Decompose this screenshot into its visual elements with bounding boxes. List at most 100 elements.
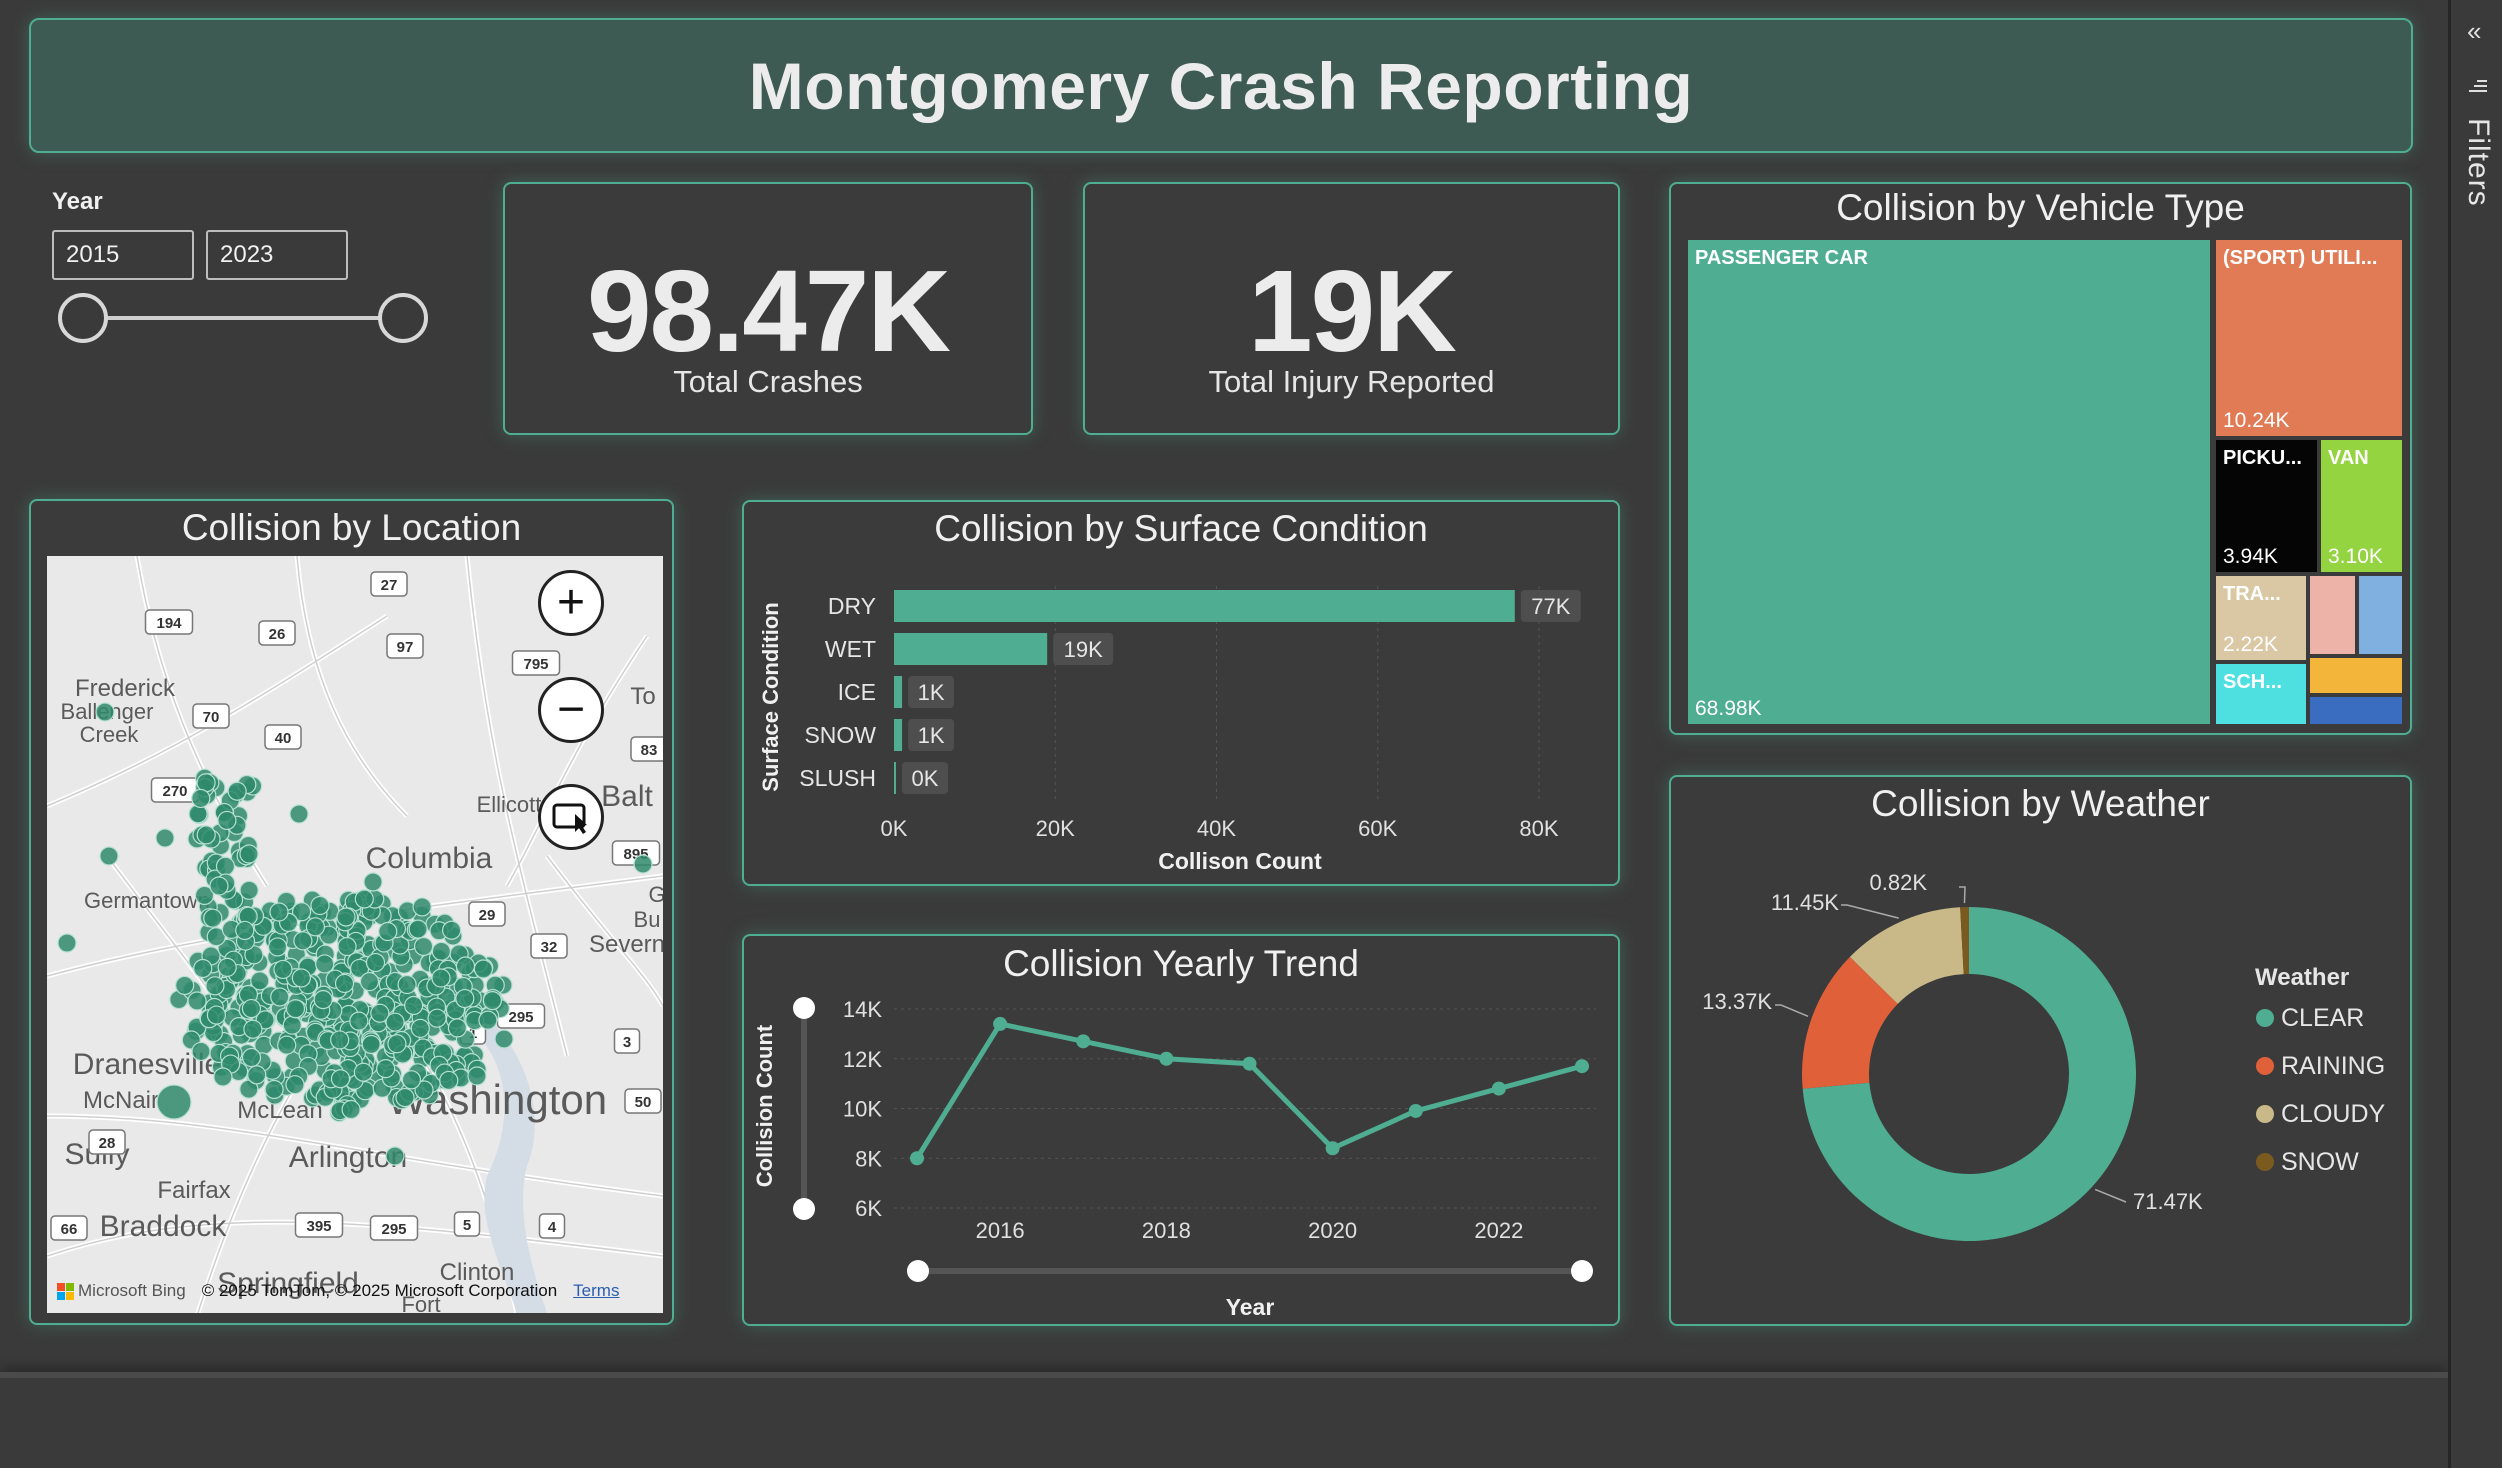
year-slider-track[interactable] xyxy=(82,316,402,320)
crash-marker[interactable] xyxy=(482,990,502,1011)
crash-marker[interactable] xyxy=(336,907,356,927)
bar[interactable] xyxy=(894,633,1048,665)
crash-marker[interactable] xyxy=(376,1059,396,1079)
crash-marker[interactable] xyxy=(264,1079,284,1100)
crash-marker[interactable] xyxy=(313,990,333,1010)
crash-marker[interactable] xyxy=(285,999,306,1019)
crash-marker[interactable] xyxy=(353,1062,373,1082)
crash-marker[interactable] xyxy=(291,968,311,988)
crash-marker[interactable] xyxy=(442,920,462,940)
year-from-input[interactable]: 2015 xyxy=(52,230,194,280)
data-point[interactable] xyxy=(1408,1103,1423,1118)
crash-marker[interactable] xyxy=(282,1015,302,1035)
crash-marker[interactable] xyxy=(217,810,237,831)
crash-marker[interactable] xyxy=(337,936,357,957)
year-slider-start-handle[interactable] xyxy=(58,293,108,343)
crash-marker[interactable] xyxy=(217,957,237,977)
crash-marker[interactable] xyxy=(155,828,175,848)
legend-marker[interactable] xyxy=(2256,1057,2274,1075)
crash-marker[interactable] xyxy=(156,1084,192,1120)
crash-marker[interactable] xyxy=(412,897,432,917)
crash-marker[interactable] xyxy=(359,972,380,992)
legend-label[interactable]: CLEAR xyxy=(2281,1004,2364,1032)
legend-label[interactable]: RAINING xyxy=(2281,1052,2385,1080)
crash-marker[interactable] xyxy=(235,920,255,941)
crash-marker[interactable] xyxy=(363,872,383,892)
bar[interactable] xyxy=(894,719,903,751)
crash-marker[interactable] xyxy=(99,846,119,866)
bar[interactable] xyxy=(894,590,1515,622)
crash-marker[interactable] xyxy=(385,1012,405,1032)
crash-marker[interactable] xyxy=(397,974,417,995)
treemap-cell[interactable] xyxy=(2216,240,2402,436)
crash-marker[interactable] xyxy=(387,1034,407,1054)
series-line[interactable] xyxy=(914,1021,1583,1160)
crash-marker[interactable] xyxy=(227,781,247,801)
crash-marker[interactable] xyxy=(378,921,398,942)
crash-marker[interactable] xyxy=(203,908,223,928)
y-zoom-slider-handle[interactable] xyxy=(793,997,815,1019)
crash-marker[interactable] xyxy=(427,1008,447,1028)
legend-label[interactable]: CLOUDY xyxy=(2281,1100,2386,1128)
crash-marker[interactable] xyxy=(334,973,355,994)
y-zoom-slider-handle[interactable] xyxy=(793,1198,815,1220)
crash-marker[interactable] xyxy=(206,1005,227,1025)
crash-marker[interactable] xyxy=(270,987,290,1007)
crash-marker[interactable] xyxy=(277,1035,297,1055)
data-point[interactable] xyxy=(993,1016,1008,1031)
crash-marker[interactable] xyxy=(310,895,330,916)
zoom-out-button[interactable]: − xyxy=(538,677,604,743)
zoom-in-button[interactable]: + xyxy=(538,570,604,636)
treemap-cell[interactable] xyxy=(2310,576,2355,654)
data-point[interactable] xyxy=(1325,1141,1340,1156)
crash-marker[interactable] xyxy=(365,952,386,973)
filters-pane-collapsed[interactable]: « Filters xyxy=(2448,0,2502,1468)
crash-marker[interactable] xyxy=(213,1067,233,1087)
crash-marker[interactable] xyxy=(494,1029,514,1049)
crash-marker[interactable] xyxy=(239,880,259,900)
x-zoom-slider-handle[interactable] xyxy=(907,1260,929,1282)
crash-marker[interactable] xyxy=(247,1065,267,1085)
bar[interactable] xyxy=(894,676,903,708)
legend-marker[interactable] xyxy=(2256,1153,2274,1171)
crash-marker[interactable] xyxy=(241,1047,262,1068)
data-point[interactable] xyxy=(1159,1051,1174,1066)
crash-marker[interactable] xyxy=(431,941,451,961)
treemap-cell[interactable] xyxy=(2359,576,2402,654)
crash-marker[interactable] xyxy=(243,1019,263,1039)
crash-marker[interactable] xyxy=(205,976,225,996)
crash-marker[interactable] xyxy=(215,856,236,876)
crash-marker[interactable] xyxy=(455,988,475,1009)
crash-marker[interactable] xyxy=(385,1146,405,1166)
map-terms-link[interactable]: Terms xyxy=(573,1281,619,1301)
crash-marker[interactable] xyxy=(196,825,216,845)
crash-marker[interactable] xyxy=(285,1075,305,1095)
crash-marker[interactable] xyxy=(408,919,428,939)
crash-marker[interactable] xyxy=(193,958,213,979)
data-point[interactable] xyxy=(910,1151,924,1166)
legend-marker[interactable] xyxy=(2256,1105,2274,1123)
crash-marker[interactable] xyxy=(187,991,207,1011)
yearly-trend-line-chart[interactable]: 6K 8K 10K 12K 14K 2016 2018 2020 2022 Collision C… xyxy=(744,936,1622,1328)
crash-marker[interactable] xyxy=(267,937,288,957)
year-to-input[interactable]: 2023 xyxy=(206,230,348,280)
data-point[interactable] xyxy=(1242,1056,1257,1071)
crash-marker[interactable] xyxy=(175,975,195,996)
crash-marker[interactable] xyxy=(431,968,451,988)
crash-marker[interactable] xyxy=(95,702,115,722)
map-canvas[interactable]: FrederickBallengerCreekGermantownColumbi… xyxy=(47,556,663,1313)
lasso-select-button[interactable] xyxy=(538,784,604,850)
crash-marker[interactable] xyxy=(57,933,77,953)
crash-marker[interactable] xyxy=(439,1070,459,1091)
crash-marker[interactable] xyxy=(410,1018,430,1038)
crash-marker[interactable] xyxy=(269,902,289,922)
crash-marker[interactable] xyxy=(361,1034,381,1055)
filters-label[interactable]: Filters xyxy=(2461,118,2495,207)
crash-marker[interactable] xyxy=(413,936,434,957)
x-zoom-slider-handle[interactable] xyxy=(1571,1260,1593,1282)
crash-marker[interactable] xyxy=(354,889,374,909)
crash-marker[interactable] xyxy=(633,854,653,874)
crash-marker[interactable] xyxy=(395,1087,415,1108)
crash-marker[interactable] xyxy=(473,959,493,979)
crash-marker[interactable] xyxy=(191,1041,211,1062)
